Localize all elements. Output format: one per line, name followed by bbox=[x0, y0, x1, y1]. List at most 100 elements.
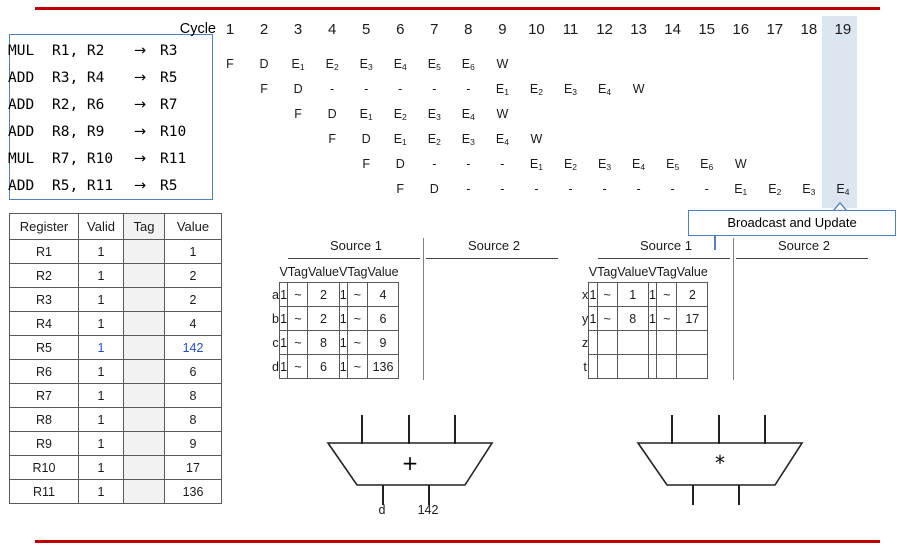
mult-operator-symbol: * bbox=[715, 451, 725, 475]
mult-entry-label: t bbox=[583, 359, 587, 374]
cycle-number: 13 bbox=[630, 21, 647, 38]
cycle-number: 3 bbox=[293, 21, 303, 38]
adder-s2val-cell: 9 bbox=[366, 330, 400, 355]
pipeline-stage-cell: - bbox=[500, 157, 505, 171]
pipeline-stage-cell: E2 bbox=[563, 157, 578, 172]
mult-s1val-cell: 1 bbox=[616, 282, 649, 307]
pipeline-stage-cell: E1 bbox=[734, 182, 748, 197]
register-tag-cell bbox=[123, 383, 165, 408]
cycle-number: 4 bbox=[327, 21, 337, 38]
pipeline-stage-cell: W bbox=[496, 107, 509, 121]
pipeline-stage-cell: E4 bbox=[495, 132, 509, 147]
adder-s2tag-cell: ~ bbox=[346, 330, 369, 355]
pipeline-stage-cell: E3 bbox=[427, 107, 441, 122]
pipeline-stage-cell: E2 bbox=[325, 57, 339, 72]
cycle-number: 1 bbox=[225, 21, 235, 38]
adder-s1v-cell: 1 bbox=[278, 330, 289, 355]
adder-s2tag-cell: ~ bbox=[346, 354, 369, 379]
instruction-destination: R11 bbox=[160, 151, 187, 167]
pipeline-stage-cell: - bbox=[568, 182, 573, 196]
register-valid-cell: 1 bbox=[78, 479, 124, 504]
mult-subheader-row: V Tag Value V Tag Value bbox=[582, 262, 708, 283]
pipeline-stage-cell: D bbox=[293, 82, 303, 96]
mult-entry-label: z bbox=[582, 335, 589, 350]
table-row: R8 1 8 bbox=[9, 407, 222, 432]
mult-s1tag-cell bbox=[596, 330, 618, 355]
pipeline-stage-cell: - bbox=[636, 182, 641, 196]
adder-input-wire-3 bbox=[454, 415, 456, 444]
register-file-body: R1 1 1 R2 1 2 R3 1 2 R4 1 4 R5 1 142 R6 1 6 R7 1 8 R8 1 8 R9 1 9 R1… bbox=[9, 239, 222, 504]
instruction-row: MUL R1, R2 → R3 bbox=[8, 38, 198, 65]
pipeline-stage-cell: F bbox=[328, 132, 336, 146]
mult-output-wire-value bbox=[738, 485, 740, 505]
register-register-cell: R3 bbox=[9, 287, 79, 312]
adder-entry-label: d bbox=[272, 359, 279, 374]
pipeline-stage-cell: F bbox=[362, 157, 370, 171]
adder-output-tag-label: d bbox=[378, 503, 386, 517]
register-file-column-header: Value bbox=[164, 213, 222, 240]
pipeline-stage-cell: - bbox=[466, 157, 471, 171]
mult-source1-underline bbox=[598, 258, 730, 259]
cycle-number: 8 bbox=[464, 21, 473, 38]
mult-s2v-cell bbox=[647, 330, 658, 355]
adder-column-header: V bbox=[339, 265, 348, 279]
mult-entry-label: x bbox=[582, 287, 589, 302]
cycle-number: 18 bbox=[800, 21, 818, 38]
pipeline-stage-cell: W bbox=[496, 57, 509, 71]
adder-s2v-cell: 1 bbox=[338, 330, 348, 355]
mult-s2v-cell bbox=[647, 354, 658, 379]
register-value-cell: 6 bbox=[164, 359, 222, 384]
adder-s1val-cell: 2 bbox=[307, 306, 340, 331]
cycle-number: 15 bbox=[698, 21, 716, 38]
table-row: R11 1 136 bbox=[9, 479, 222, 504]
cycle-number: 10 bbox=[528, 21, 545, 38]
instruction-destination: R10 bbox=[160, 124, 187, 140]
mult-s1tag-cell: ~ bbox=[596, 306, 618, 331]
register-valid-cell: 1 bbox=[78, 431, 124, 456]
mult-s1tag-cell bbox=[596, 354, 618, 379]
pipeline-stage-cell: E3 bbox=[563, 82, 578, 97]
pipeline-stage-cell: E1 bbox=[529, 157, 543, 172]
table-row: R7 1 8 bbox=[9, 383, 222, 408]
pipeline-stage-cell: - bbox=[398, 82, 403, 96]
instruction-arrow-icon: → bbox=[134, 124, 147, 140]
mult-input-wire-3 bbox=[764, 415, 766, 444]
adder-s1val-cell: 2 bbox=[307, 282, 340, 307]
adder-entry-label: b bbox=[272, 311, 279, 326]
pipeline-stage-cell: D bbox=[395, 157, 405, 171]
mult-s1val-cell: 8 bbox=[616, 306, 649, 331]
pipeline-stage-cell: E1 bbox=[291, 57, 305, 72]
cycle-number: 12 bbox=[596, 21, 613, 38]
instruction-destination: R7 bbox=[160, 97, 178, 113]
mult-source-divider bbox=[733, 238, 734, 380]
register-tag-cell bbox=[123, 263, 165, 288]
table-row: R10 1 17 bbox=[9, 455, 222, 480]
instruction-arrow-icon: → bbox=[134, 97, 147, 113]
adder-column-header: V bbox=[279, 265, 288, 279]
register-value-cell: 8 bbox=[164, 383, 222, 408]
cycle-axis-label: Cycle bbox=[179, 21, 216, 37]
adder-subheader-row: V Tag Value V Tag Value bbox=[272, 262, 398, 283]
table-row: R9 1 9 bbox=[9, 431, 222, 456]
cycle-number: 16 bbox=[732, 21, 750, 38]
mult-s2tag-cell: ~ bbox=[656, 306, 678, 331]
pipeline-stage-cell: E5 bbox=[666, 157, 680, 172]
adder-s2val-cell: 136 bbox=[366, 354, 400, 379]
instruction-sources: R2, R6 bbox=[52, 97, 105, 113]
pipeline-stage-cell: - bbox=[432, 157, 437, 171]
instruction-arrow-icon: → bbox=[134, 178, 147, 194]
cycle-number: 14 bbox=[664, 21, 681, 38]
mult-s1val-cell bbox=[616, 330, 649, 355]
pipeline-stage-cell: E3 bbox=[461, 132, 475, 147]
pipeline-stage-cell: D bbox=[259, 57, 269, 71]
register-value-cell: 9 bbox=[164, 431, 222, 456]
mult-s2v-cell: 1 bbox=[647, 282, 658, 307]
adder-source1-label: Source 1 bbox=[329, 238, 383, 253]
mult-input-wire-1 bbox=[671, 415, 673, 444]
mult-source2-underline bbox=[736, 258, 868, 259]
register-register-cell: R2 bbox=[9, 263, 79, 288]
cycle-number: 7 bbox=[430, 21, 439, 38]
pipeline-stage-cell: D bbox=[361, 132, 371, 146]
instruction-arrow-icon: → bbox=[134, 151, 147, 167]
bottom-divider-rule bbox=[35, 540, 880, 543]
